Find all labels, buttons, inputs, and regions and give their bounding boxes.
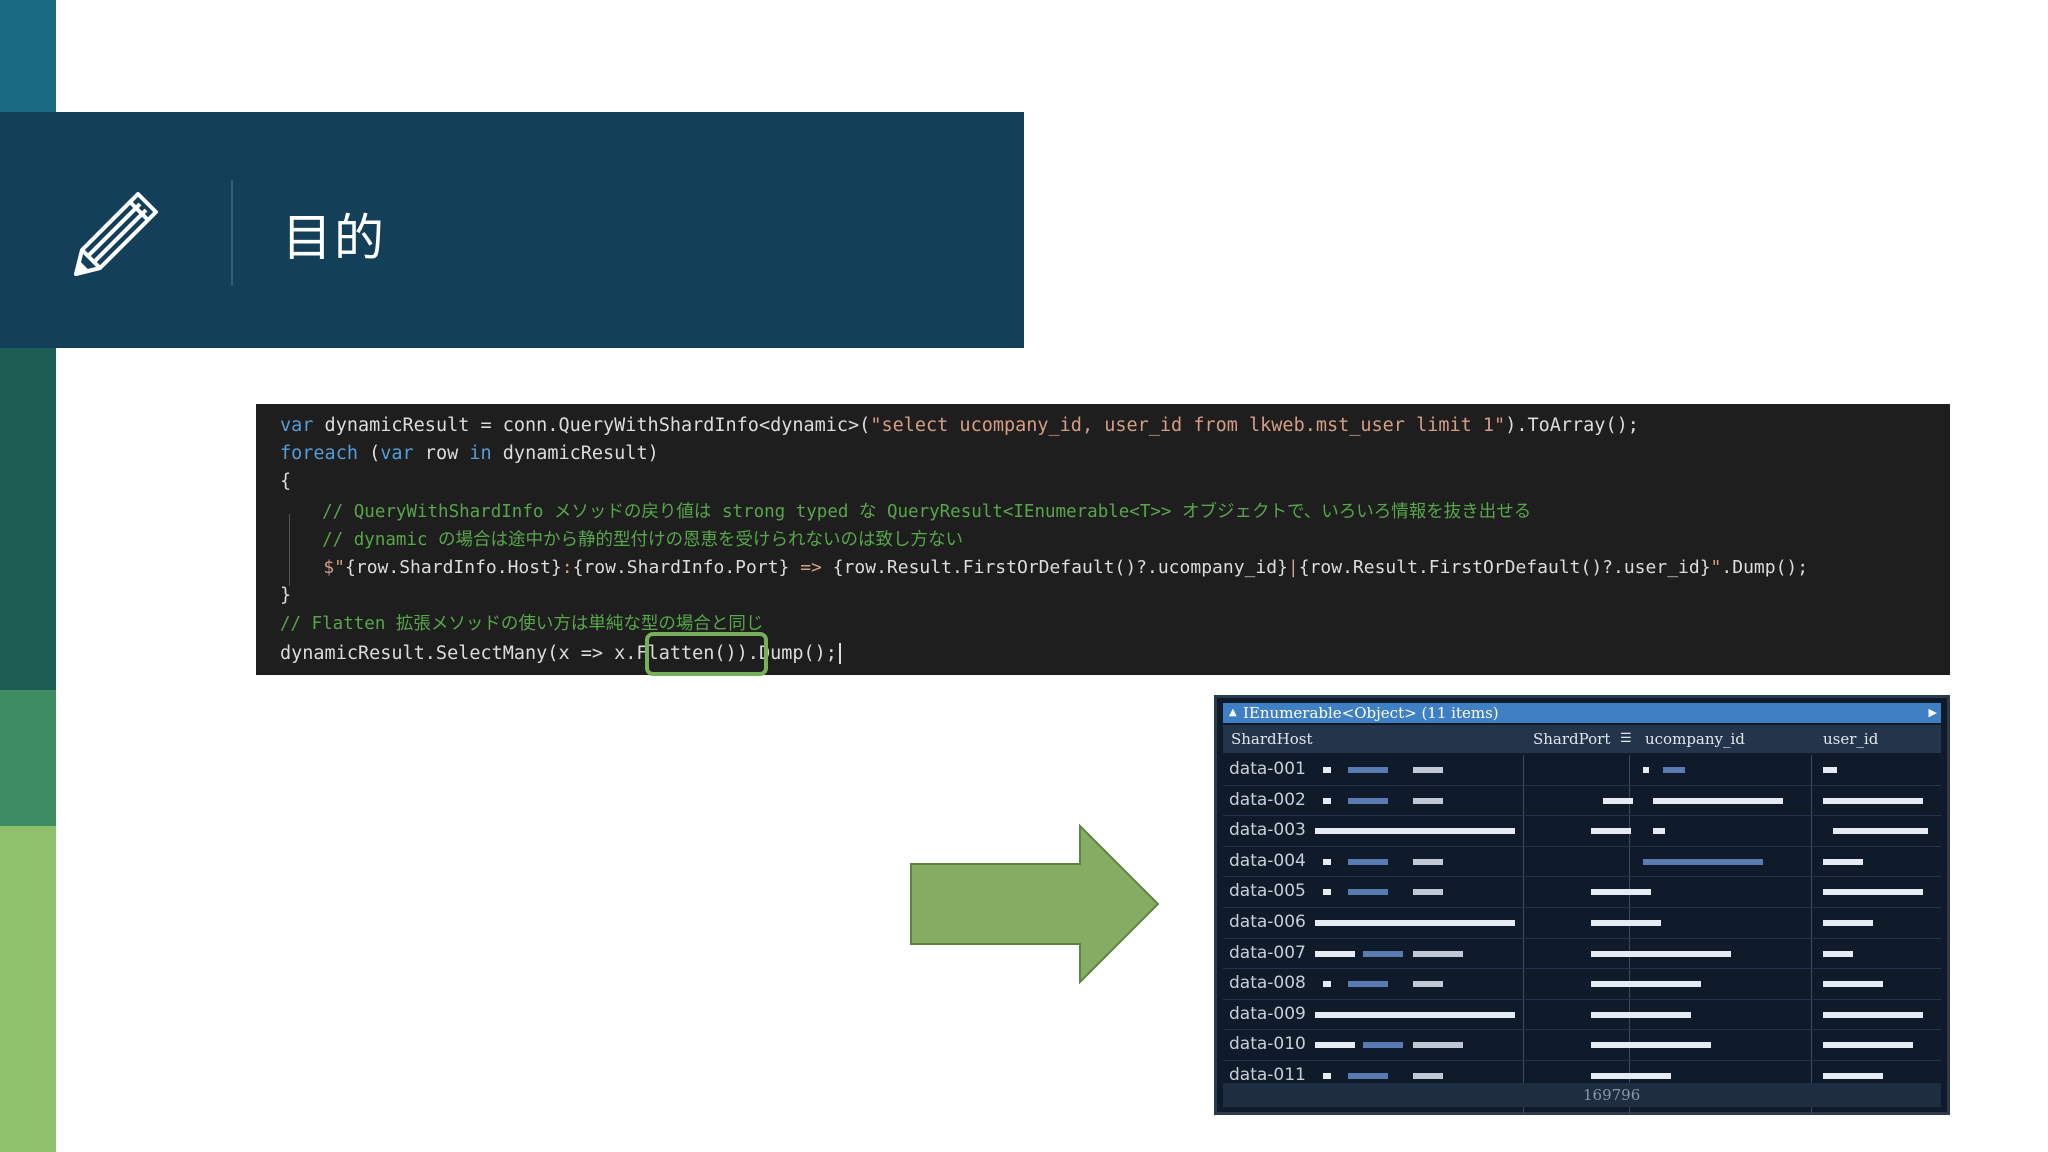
- table-row: data-006: [1223, 908, 1941, 939]
- row-host: data-009: [1229, 1003, 1306, 1024]
- column-user-id[interactable]: user_id: [1823, 725, 1878, 753]
- triangle-up-icon[interactable]: ▲: [1229, 703, 1237, 723]
- table-row: data-005: [1223, 877, 1941, 908]
- dump-result-grid: ▲ IEnumerable<Object> (11 items) ▶ Shard…: [1214, 695, 1950, 1115]
- code-string: $": [280, 557, 346, 578]
- right-arrow-icon: [910, 824, 1160, 984]
- grid-total: 169796: [1583, 1086, 1641, 1104]
- code-keyword: var: [280, 415, 314, 436]
- table-row: data-004: [1223, 847, 1941, 878]
- table-row: data-010: [1223, 1030, 1941, 1061]
- row-host: data-011: [1229, 1064, 1306, 1085]
- code-keyword: foreach: [280, 443, 358, 464]
- code-keyword: in: [469, 443, 492, 464]
- code-text: row: [413, 443, 470, 464]
- row-host: data-004: [1229, 850, 1306, 871]
- column-shardport[interactable]: ShardPort: [1533, 725, 1610, 753]
- code-text: (: [357, 443, 381, 464]
- page-title: 目的: [282, 209, 386, 267]
- table-row: data-001: [1223, 755, 1941, 786]
- code-text: ).ToArray();: [1505, 415, 1639, 436]
- column-shardhost[interactable]: ShardHost: [1231, 725, 1313, 753]
- text-cursor: [838, 643, 841, 664]
- row-host: data-001: [1229, 759, 1306, 779]
- code-string: |: [1287, 557, 1299, 578]
- table-row: data-002: [1223, 786, 1941, 817]
- side-strip-segment-1: [0, 0, 56, 112]
- code-string: =>: [789, 557, 833, 578]
- code-line-7: }: [280, 585, 292, 606]
- code-text: dynamicResult.SelectMany(x => x.: [280, 643, 637, 664]
- code-line-6: $"{row.ShardInfo.Host}:{row.ShardInfo.Po…: [280, 554, 1808, 582]
- grid-column-headers: ShardHost ShardPort ☰ ucompany_id user_i…: [1223, 725, 1941, 753]
- code-comment-2: // dynamic の場合は途中から静的型付けの恩恵を受けられないのは致し方な…: [280, 530, 964, 550]
- code-text: {row.ShardInfo.Port}: [572, 557, 790, 578]
- code-line-2: foreach (var row in dynamicResult): [280, 440, 659, 468]
- column-ucompany-id[interactable]: ucompany_id: [1645, 725, 1745, 753]
- grid-header[interactable]: ▲ IEnumerable<Object> (11 items) ▶: [1223, 703, 1941, 723]
- triangle-right-icon[interactable]: ▶: [1929, 703, 1937, 723]
- row-host: data-006: [1229, 911, 1306, 932]
- side-strip-segment-5: [0, 826, 56, 1152]
- row-host: data-003: [1229, 820, 1306, 841]
- code-keyword: var: [380, 443, 414, 464]
- side-strip-segment-4: [0, 690, 56, 826]
- code-line-1: var dynamicResult = conn.QueryWithShardI…: [280, 412, 1639, 440]
- code-line-3: {: [280, 471, 292, 492]
- row-host: data-002: [1229, 789, 1306, 810]
- code-comment-1: // QueryWithShardInfo メソッドの戻り値は strong t…: [280, 502, 1532, 522]
- table-row: data-009: [1223, 1000, 1941, 1031]
- side-strip-segment-3: [0, 348, 56, 690]
- grid-header-label: IEnumerable<Object> (11 items): [1243, 704, 1499, 722]
- grid-footer: 169796: [1223, 1083, 1941, 1107]
- pencil-icon: [74, 192, 158, 276]
- row-host: data-008: [1229, 973, 1306, 994]
- table-row: data-007: [1223, 939, 1941, 970]
- row-host: data-007: [1229, 942, 1306, 963]
- code-string: :: [561, 557, 573, 578]
- code-text: {row.ShardInfo.Host}: [345, 557, 562, 578]
- code-text: .Dump();: [1721, 557, 1809, 578]
- grid-rows: data-001 data-002 data-003 data-004 data…: [1223, 755, 1941, 1092]
- row-host: data-010: [1229, 1034, 1306, 1055]
- code-text: {row.Result.FirstOrDefault()?.ucompany_i…: [832, 557, 1288, 578]
- code-string: ": [1710, 557, 1722, 578]
- code-text: dynamicResult = conn.QueryWithShardInfo<…: [313, 415, 871, 436]
- code-panel: var dynamicResult = conn.QueryWithShardI…: [256, 404, 1950, 676]
- table-row: data-003: [1223, 816, 1941, 847]
- title-divider: [231, 180, 233, 286]
- code-text: dynamicResult): [491, 443, 659, 464]
- code-string: "select ucompany_id, user_id from lkweb.…: [870, 415, 1506, 436]
- row-host: data-005: [1229, 881, 1306, 902]
- code-text: {row.Result.FirstOrDefault()?.user_id}: [1298, 557, 1711, 578]
- sort-lines-icon[interactable]: ☰: [1620, 725, 1632, 753]
- flatten-highlight-box: [645, 632, 768, 676]
- table-row: data-008: [1223, 969, 1941, 1000]
